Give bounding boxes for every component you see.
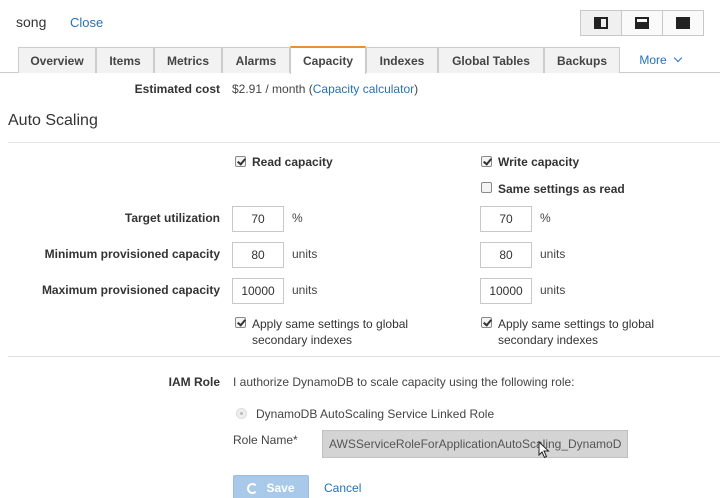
- auto-scaling-title: Auto Scaling: [8, 112, 98, 129]
- full-screen-icon: [676, 17, 690, 29]
- split-bottom-button[interactable]: [621, 10, 663, 36]
- same-settings-label: Same settings as read: [498, 182, 625, 196]
- layout-toggle-group: [580, 10, 704, 36]
- paren-close: ): [414, 82, 419, 96]
- service-linked-role-label: DynamoDB AutoScaling Service Linked Role: [256, 407, 495, 421]
- tab-more[interactable]: More: [626, 47, 694, 73]
- tab-overview[interactable]: Overview: [18, 47, 96, 73]
- min-capacity-label: Minimum provisioned capacity: [44, 247, 220, 261]
- write-capacity-label: Write capacity: [498, 155, 580, 169]
- close-link[interactable]: Close: [70, 15, 103, 30]
- service-linked-role-radio[interactable]: [236, 408, 247, 419]
- write-target-unit: %: [540, 211, 551, 225]
- iam-role-description: I authorize DynamoDB to scale capacity u…: [233, 375, 575, 389]
- read-min-unit: units: [292, 247, 318, 261]
- read-capacity-label: Read capacity: [252, 155, 333, 169]
- role-name-field: [322, 430, 628, 458]
- write-max-unit: units: [540, 283, 566, 297]
- write-apply-gsi-label: Apply same settings to global secondary …: [498, 316, 654, 348]
- tab-capacity[interactable]: Capacity: [290, 46, 366, 74]
- write-max-capacity-input[interactable]: [480, 278, 532, 304]
- write-target-utilization-input[interactable]: [480, 206, 532, 232]
- tab-global-tables[interactable]: Global Tables: [438, 47, 544, 73]
- estimated-cost-row: $2.91 / month (Capacity calculator): [232, 82, 418, 96]
- write-apply-gsi-line1: Apply same settings to global: [498, 317, 655, 331]
- split-left-icon: [594, 17, 608, 29]
- tab-backups[interactable]: Backups: [544, 47, 620, 73]
- write-min-unit: units: [540, 247, 566, 261]
- write-apply-gsi-line2: secondary indexes: [498, 333, 599, 347]
- write-min-capacity-input[interactable]: [480, 242, 532, 268]
- split-bottom-icon: [635, 17, 649, 29]
- read-max-unit: units: [292, 283, 318, 297]
- tab-alarms[interactable]: Alarms: [222, 47, 290, 73]
- read-target-utilization-input[interactable]: [232, 206, 284, 232]
- tab-bar: Overview Items Metrics Alarms Capacity I…: [0, 45, 720, 74]
- target-utilization-label: Target utilization: [124, 211, 220, 225]
- capacity-calculator-link[interactable]: Capacity calculator: [313, 82, 414, 96]
- read-apply-gsi-checkbox[interactable]: [235, 317, 246, 328]
- write-capacity-checkbox[interactable]: [481, 156, 492, 167]
- role-name-label: Role Name*: [233, 433, 298, 447]
- estimated-cost-label: Estimated cost: [134, 82, 220, 96]
- read-max-capacity-input[interactable]: [232, 278, 284, 304]
- cancel-link[interactable]: Cancel: [324, 481, 361, 495]
- save-button-label: Save: [266, 481, 295, 495]
- save-button[interactable]: Save: [233, 475, 309, 498]
- max-capacity-label: Maximum provisioned capacity: [41, 283, 220, 297]
- split-left-button[interactable]: [580, 10, 622, 36]
- tab-more-label: More: [639, 53, 667, 67]
- iam-role-label: IAM Role: [168, 375, 220, 389]
- write-apply-gsi-checkbox[interactable]: [481, 317, 492, 328]
- table-name: song: [16, 14, 47, 30]
- read-target-unit: %: [292, 211, 303, 225]
- read-min-capacity-input[interactable]: [232, 242, 284, 268]
- tab-metrics[interactable]: Metrics: [154, 47, 222, 73]
- chevron-down-icon: [673, 53, 682, 63]
- read-capacity-checkbox[interactable]: [235, 156, 246, 167]
- read-apply-gsi-line2: secondary indexes: [252, 333, 353, 347]
- full-screen-button[interactable]: [662, 10, 704, 36]
- spinner-icon: [247, 482, 259, 494]
- tab-indexes[interactable]: Indexes: [366, 47, 438, 73]
- estimated-cost-value: $2.91 / month: [232, 82, 306, 96]
- divider: [8, 356, 720, 357]
- divider: [8, 142, 720, 143]
- tab-items[interactable]: Items: [96, 47, 154, 73]
- read-apply-gsi-label: Apply same settings to global secondary …: [252, 316, 408, 348]
- read-apply-gsi-line1: Apply same settings to global: [252, 317, 409, 331]
- same-settings-checkbox[interactable]: [481, 182, 492, 193]
